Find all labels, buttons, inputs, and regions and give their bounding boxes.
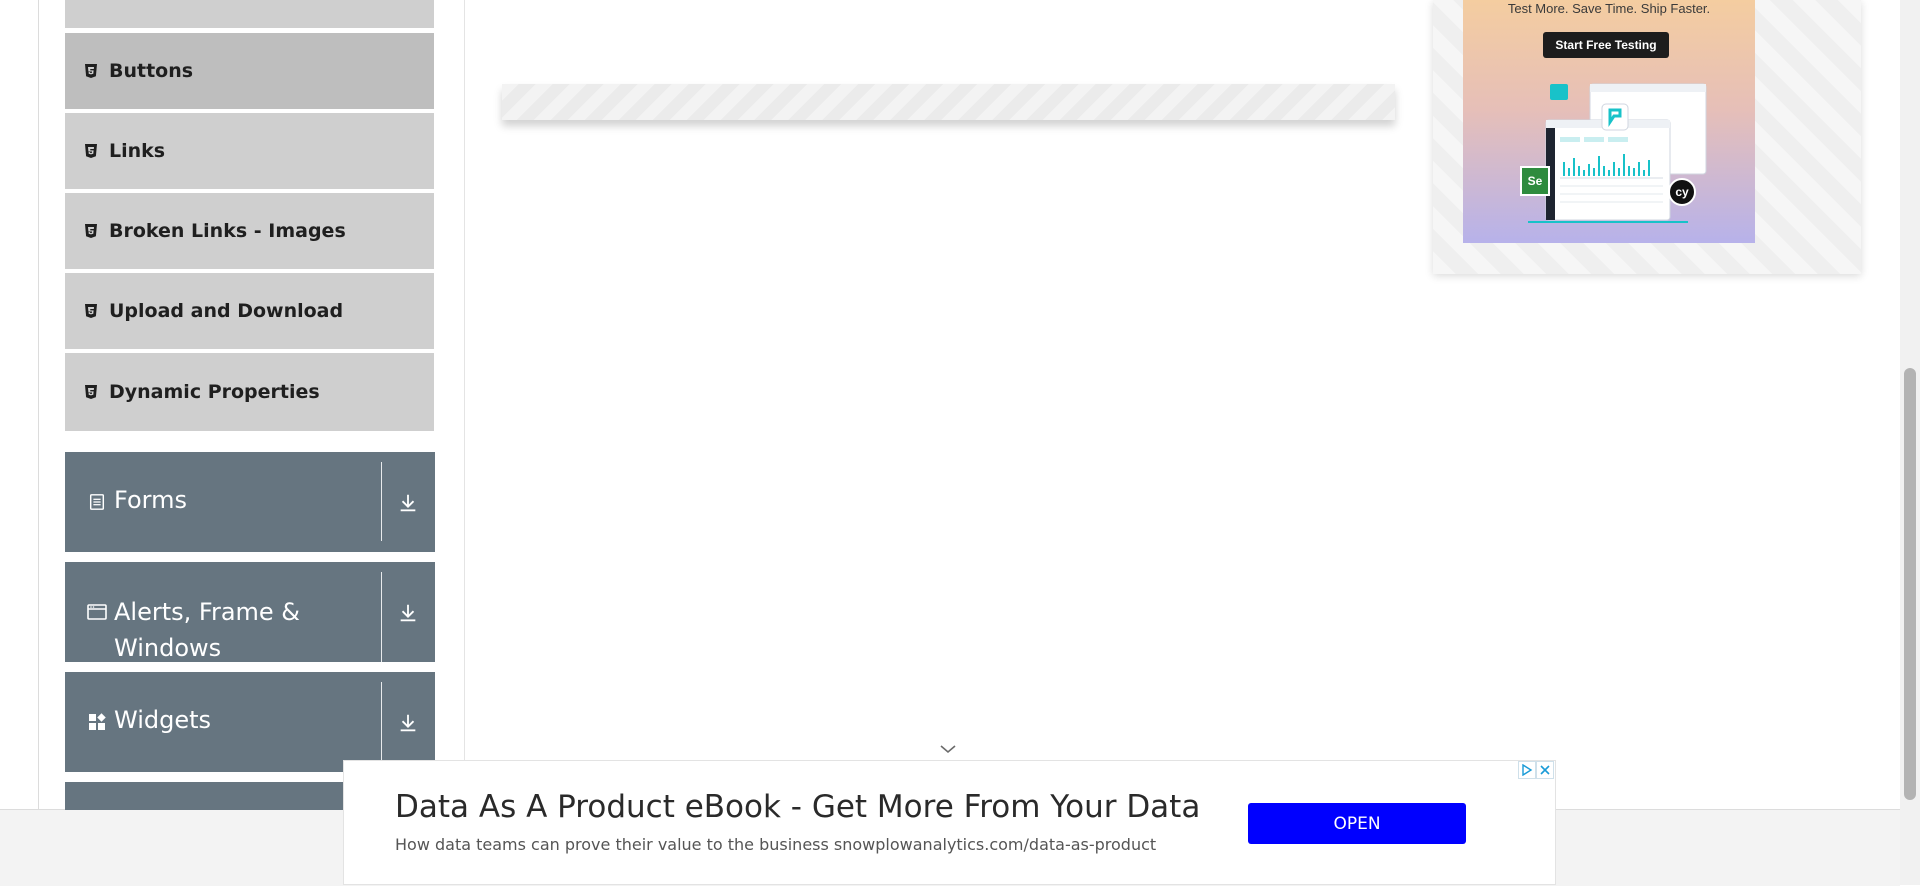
group-title-line2: Windows [114,634,222,662]
start-free-testing-button[interactable]: Start Free Testing [1543,32,1669,58]
form-icon [87,492,107,512]
right-ad-card[interactable]: Test More. Save Time. Ship Faster. Start… [1433,0,1861,274]
sidebar-item-buttons[interactable]: Buttons [65,33,434,111]
dashboard-illustration [1528,83,1707,223]
download-arrow-icon[interactable] [391,596,425,630]
ad-choices-icon[interactable] [1518,761,1536,779]
ad-subline[interactable]: How data teams can prove their value to … [395,835,1156,854]
group-title: Widgets [114,706,212,734]
widgets-icon [87,712,107,732]
scrollbar-thumb[interactable] [1904,368,1916,800]
page-border-left [38,0,39,810]
sidebar-item-upload-download[interactable]: Upload and Download [65,273,434,351]
group-title: Alerts, Frame & [114,598,301,626]
sidebar-item-dynamic-properties[interactable]: Dynamic Properties [65,353,434,431]
group-title: Forms [114,486,187,514]
selenium-logo: Se [1520,166,1550,196]
download-arrow-icon[interactable] [391,706,425,740]
html5-icon [83,223,99,239]
sidebar-item-partial[interactable] [65,0,434,30]
content-divider [464,0,465,810]
sidebar-item-label: Broken Links - Images [109,220,346,242]
sidebar-item-label: Upload and Download [109,300,344,322]
sidebar-group-alerts-frame-windows[interactable]: Alerts, Frame & Windows [65,562,435,662]
open-button[interactable]: OPEN [1248,803,1466,844]
ad-tagline: Test More. Save Time. Ship Faster. [1507,1,1711,16]
html5-icon [83,63,99,79]
chevron-down-icon[interactable] [938,742,958,756]
page-scrollbar[interactable] [1900,0,1920,885]
html5-icon [83,384,99,400]
html5-icon [83,303,99,319]
html5-icon [83,143,99,159]
close-icon[interactable] [1536,761,1554,779]
group-separator [381,462,382,541]
ad-creative[interactable]: Test More. Save Time. Ship Faster. Start… [1463,0,1755,243]
sidebar-item-label: Links [109,140,166,162]
ad-choices[interactable] [1518,761,1556,779]
sidebar-item-label: Dynamic Properties [109,381,320,403]
sidebar-group-widgets[interactable]: Widgets [65,672,435,772]
window-icon [87,602,107,622]
sidebar-group-forms[interactable]: Forms [65,452,435,552]
cypress-logo: cy [1668,178,1696,206]
group-separator [381,682,382,772]
download-arrow-icon[interactable] [391,486,425,520]
bottom-ad-banner[interactable]: Data As A Product eBook - Get More From … [343,760,1556,885]
sidebar-item-broken-links[interactable]: Broken Links - Images [65,193,434,271]
group-separator [381,572,382,662]
ad-banner-placeholder [502,84,1395,120]
sidebar-item-links[interactable]: Links [65,113,434,191]
sidebar-item-label: Buttons [109,60,194,82]
ad-headline[interactable]: Data As A Product eBook - Get More From … [395,789,1200,825]
